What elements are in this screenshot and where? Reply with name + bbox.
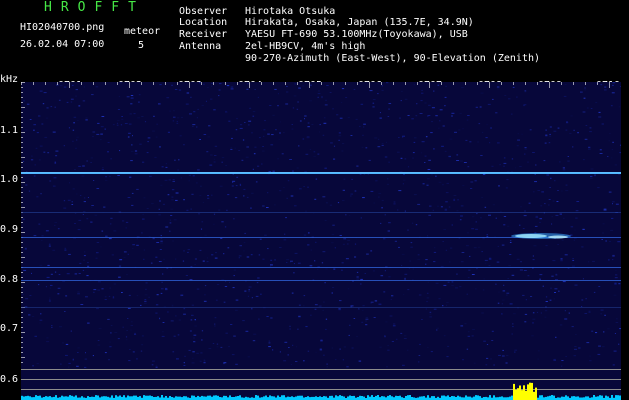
faint-signal-line (21, 212, 621, 213)
metadata-value: Hirotaka Otsuka (245, 6, 336, 17)
metadata-key: Observer (179, 6, 228, 17)
y-tick-label: 0.8 (0, 274, 19, 285)
metadata-row-observer: Observer Hirotaka Otsuka (179, 6, 335, 17)
y-axis-unit: kHz (0, 74, 19, 85)
meteor-count: 5 (138, 40, 145, 51)
meteor-label: meteor (124, 26, 161, 37)
y-tick-label: 0.7 (0, 323, 19, 334)
guide-line (21, 379, 621, 380)
datetime-label: 26.02.04 07:00 (20, 39, 105, 50)
metadata-value: 90-270-Azimuth (East-West), 90-Elevation… (245, 53, 541, 64)
metadata-value: Hirakata, Osaka, Japan (135.7E, 34.9N) (245, 17, 474, 28)
spectrogram (21, 82, 621, 400)
metadata-key: Antenna (179, 41, 222, 52)
y-tick-label: 1.1 (0, 125, 19, 136)
metadata-row-antenna: Antenna 2el-HB9CV, 4m's high (179, 41, 365, 52)
y-tick-label: 0.9 (0, 224, 19, 235)
faint-signal-line (21, 267, 621, 268)
faint-signal-line (21, 307, 621, 308)
metadata-value: 2el-HB9CV, 4m's high (245, 41, 366, 52)
faint-signal-line (21, 280, 621, 281)
meteor-echo (511, 233, 571, 239)
y-tick-label: 0.6 (0, 374, 19, 385)
guide-line (21, 369, 621, 370)
brand-logo: HROFFT (44, 0, 145, 15)
filename-label: HI02040700.png (20, 22, 105, 33)
metadata-row-location: Location Hirakata, Osaka, Japan (135.7E, … (179, 17, 474, 28)
y-tick-label: 1.0 (0, 174, 19, 185)
metadata-key: Location (179, 17, 228, 28)
metadata-key: Receiver (179, 29, 228, 40)
metadata-value: YAESU FT-690 53.100MHz(Toyokawa), USB (245, 29, 468, 40)
metadata-row-receiver: Receiver YAESU FT-690 53.100MHz(Toyokawa)… (179, 29, 468, 40)
spectrogram-canvas (21, 82, 621, 400)
carrier-line-core (21, 172, 621, 174)
